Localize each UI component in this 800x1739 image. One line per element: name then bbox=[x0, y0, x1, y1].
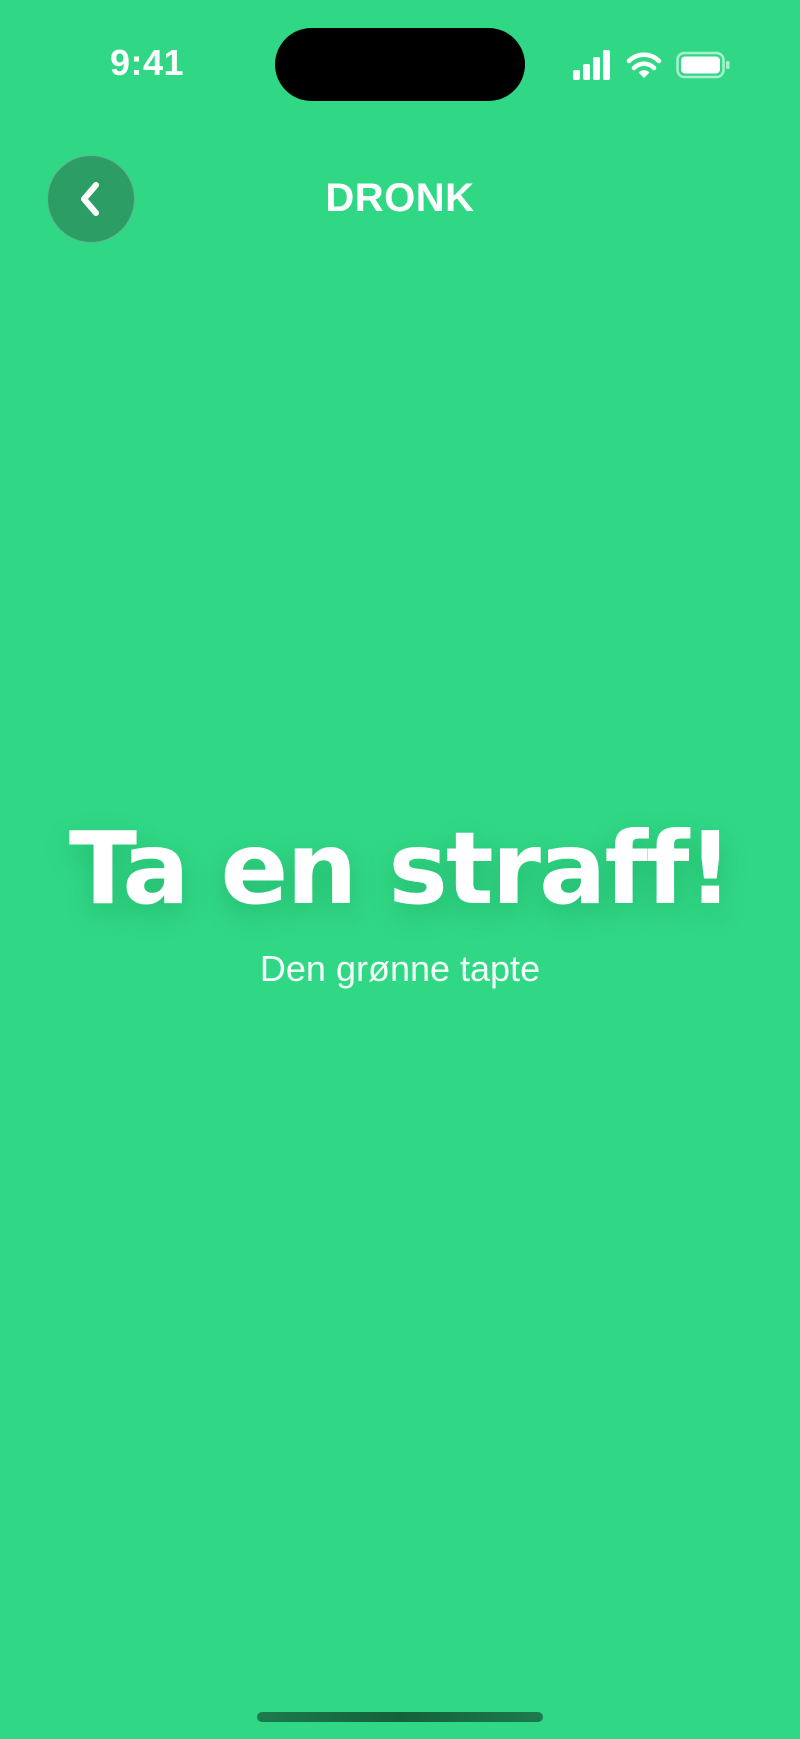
penalty-headline: Ta en straff! bbox=[68, 810, 733, 927]
wifi-icon bbox=[626, 52, 662, 78]
status-time: 9:41 bbox=[110, 42, 185, 83]
page-title: DRONK bbox=[325, 176, 475, 220]
dynamic-island bbox=[275, 28, 525, 101]
cellular-signal-icon bbox=[573, 50, 610, 80]
status-bar: 9:41 bbox=[0, 0, 800, 130]
home-indicator[interactable] bbox=[257, 1712, 543, 1722]
penalty-subtitle: Den grønne tapte bbox=[259, 948, 541, 989]
status-icons bbox=[572, 48, 732, 82]
nav-bar: DRONK bbox=[0, 150, 800, 250]
battery-icon bbox=[676, 51, 730, 79]
